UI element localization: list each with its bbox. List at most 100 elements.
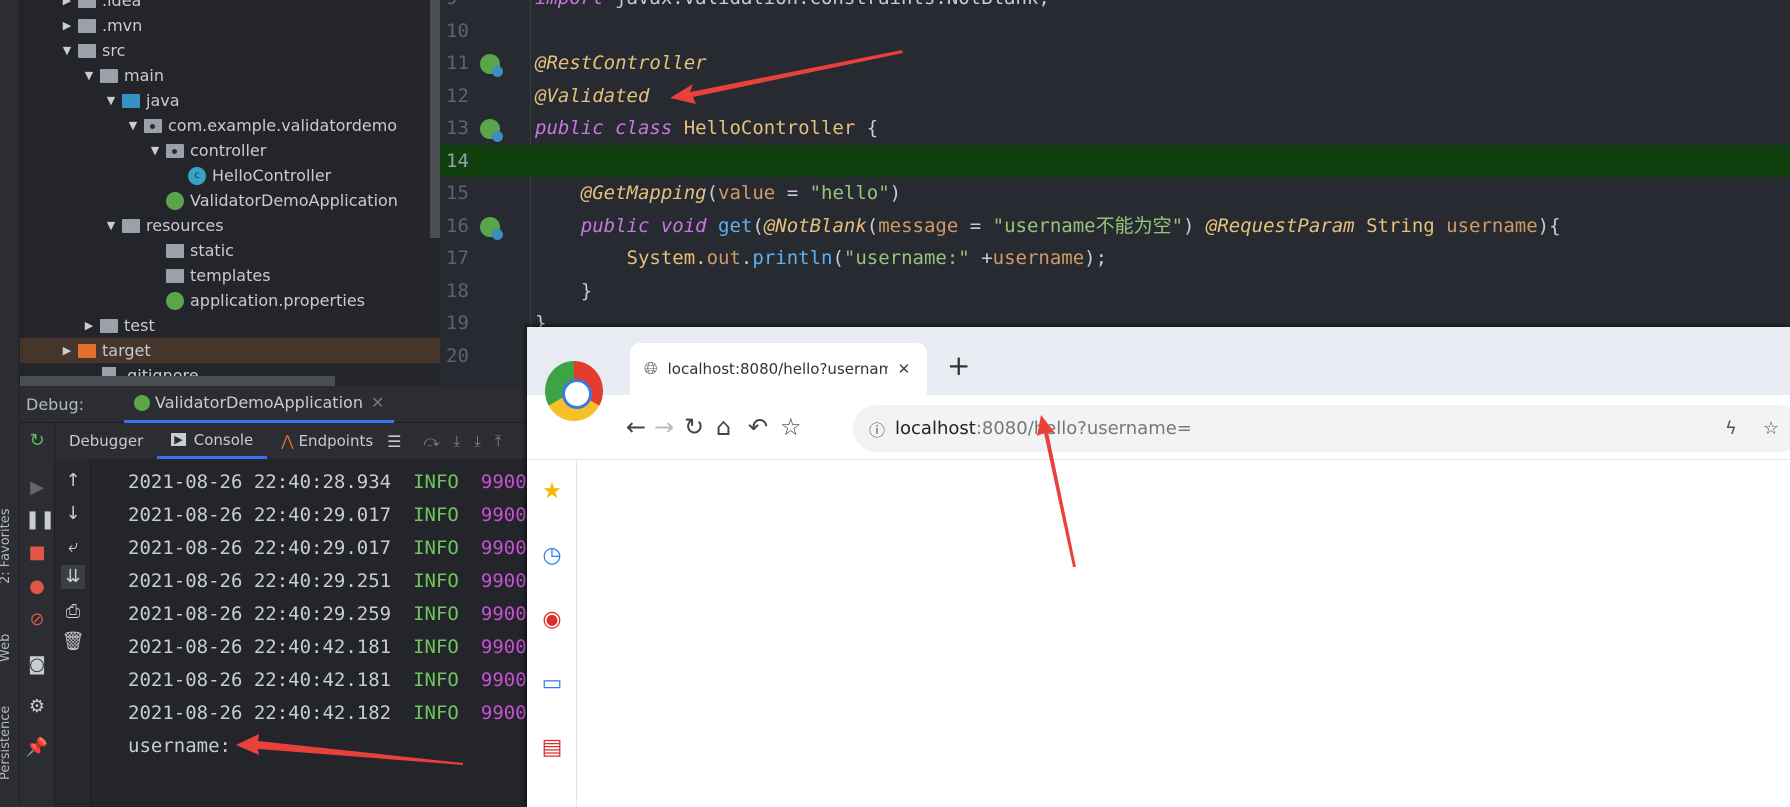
window-icon[interactable]: ▭ bbox=[540, 672, 564, 696]
code-line[interactable]: 14 bbox=[440, 144, 1790, 177]
expand-arrow-icon[interactable]: ▶ bbox=[60, 344, 74, 357]
home-icon[interactable]: ⌂ bbox=[716, 413, 731, 441]
step-into-icon[interactable]: ⤓ bbox=[454, 432, 461, 450]
back-icon[interactable]: ← bbox=[626, 413, 646, 441]
weibo-icon[interactable]: ◉ bbox=[540, 608, 564, 632]
scroll-to-end-icon[interactable]: ⇊ bbox=[61, 565, 85, 589]
tree-item[interactable]: c HelloController bbox=[20, 163, 440, 188]
tab-debugger[interactable]: Debugger bbox=[55, 423, 157, 459]
console-output[interactable]: 2021-08-26 22:40:28.934 INFO 9900 2021-08-2… bbox=[92, 459, 527, 807]
pdf-icon[interactable]: ▤ bbox=[540, 736, 564, 760]
menu-icon[interactable]: ☰ bbox=[387, 432, 401, 451]
tree-item[interactable]: ▼ src bbox=[20, 38, 440, 63]
step-over-icon[interactable]: ⤼ bbox=[424, 432, 440, 450]
expand-arrow-icon[interactable]: ▼ bbox=[126, 119, 140, 132]
expand-arrow-icon[interactable]: ▼ bbox=[148, 144, 162, 157]
line-number[interactable]: 18 bbox=[446, 275, 476, 307]
camera-icon[interactable]: ◙ bbox=[25, 653, 49, 677]
close-icon[interactable]: ✕ bbox=[371, 393, 384, 412]
new-tab-button[interactable]: + bbox=[947, 349, 970, 382]
code-line[interactable]: 17 System.out.println("username:" +usern… bbox=[440, 242, 1790, 274]
star-icon[interactable]: ☆ bbox=[1763, 418, 1779, 439]
tree-item[interactable]: ▶ .mvn bbox=[20, 13, 440, 38]
line-number[interactable]: 17 bbox=[446, 242, 476, 274]
expand-arrow-icon[interactable]: ▼ bbox=[82, 69, 96, 82]
settings-icon[interactable]: ⚙ bbox=[25, 695, 49, 719]
tab-endpoints[interactable]: ⋀ Endpoints bbox=[267, 423, 387, 459]
tree-item[interactable]: ValidatorDemoApplication bbox=[20, 188, 440, 213]
reload-icon[interactable]: ↻ bbox=[684, 413, 704, 441]
expand-arrow-icon[interactable]: ▼ bbox=[104, 94, 118, 107]
persistence-tool-button[interactable]: Persistence bbox=[0, 706, 13, 780]
line-number[interactable]: 12 bbox=[446, 80, 476, 112]
info-icon[interactable]: ⓘ bbox=[869, 417, 885, 441]
resume-icon[interactable]: ▶ bbox=[25, 476, 49, 500]
pin-icon[interactable]: 📌 bbox=[25, 736, 49, 760]
code-line[interactable]: 10 bbox=[440, 15, 1790, 47]
line-number[interactable]: 14 bbox=[446, 145, 476, 177]
close-tab-icon[interactable]: ✕ bbox=[898, 360, 911, 378]
log-pid: 9900 bbox=[480, 702, 527, 724]
tree-item[interactable]: ▼ resources bbox=[20, 213, 440, 238]
tree-item[interactable]: ▼ java bbox=[20, 88, 440, 113]
expand-arrow-icon[interactable]: ▶ bbox=[60, 0, 74, 7]
code-line[interactable]: 11 @RestController bbox=[440, 47, 1790, 79]
tab-console[interactable]: ▶ Console bbox=[157, 423, 268, 459]
tree-item[interactable]: ▼ com.example.validatordemo bbox=[20, 113, 440, 138]
expand-arrow-icon[interactable]: ▼ bbox=[104, 219, 118, 232]
line-number[interactable]: 20 bbox=[446, 340, 476, 372]
pause-icon[interactable]: ❚❚ bbox=[25, 508, 55, 532]
up-arrow-icon[interactable]: ↑ bbox=[61, 469, 85, 493]
address-bar[interactable]: ⓘ localhost:8080/hello?username= ϟ ☆ bbox=[853, 405, 1790, 452]
rerun-icon[interactable]: ↻ bbox=[25, 429, 49, 453]
line-number[interactable]: 16 bbox=[446, 210, 476, 242]
tree-item[interactable]: ▶ test bbox=[20, 313, 440, 338]
spring-bean-gutter-icon[interactable] bbox=[480, 54, 503, 77]
trash-icon[interactable]: 🗑 bbox=[61, 630, 85, 654]
code-line[interactable]: 9 import javax.validation.constraints.Not… bbox=[440, 0, 1790, 14]
code-line[interactable]: 16 public void get(@NotBlank(message = "… bbox=[440, 210, 1790, 242]
line-number[interactable]: 15 bbox=[446, 177, 476, 209]
soft-wrap-icon[interactable]: ⤶ bbox=[61, 535, 85, 559]
tree-item[interactable]: ▼ controller bbox=[20, 138, 440, 163]
line-number[interactable]: 13 bbox=[446, 112, 476, 144]
tree-item[interactable]: templates bbox=[20, 263, 440, 288]
code-line[interactable]: 15 @GetMapping(value = "hello") bbox=[440, 177, 1790, 209]
tree-item[interactable]: ▶ .idea bbox=[20, 0, 440, 13]
step-out-icon[interactable]: ⤒ bbox=[495, 432, 502, 450]
web-tool-button[interactable]: Web bbox=[0, 634, 13, 662]
forward-icon[interactable]: → bbox=[654, 413, 674, 441]
lightning-icon[interactable]: ϟ bbox=[1725, 418, 1737, 439]
code-line[interactable]: 12 @Validated bbox=[440, 80, 1790, 112]
mute-breakpoints-icon[interactable]: ⊘ bbox=[25, 608, 49, 632]
line-number[interactable]: 10 bbox=[446, 15, 476, 47]
expand-arrow-icon[interactable]: ▶ bbox=[60, 19, 74, 32]
tree-item[interactable]: application.properties bbox=[20, 288, 440, 313]
favorites-tool-button[interactable]: 2: Favorites bbox=[0, 508, 13, 584]
undo-icon[interactable]: ↶ bbox=[748, 413, 768, 441]
history-icon[interactable]: ◷ bbox=[540, 544, 564, 568]
spring-bean-gutter-icon[interactable] bbox=[480, 119, 503, 142]
favorites-star-icon[interactable]: ★ bbox=[540, 480, 564, 504]
debug-config-tab[interactable]: ValidatorDemoApplication ✕ bbox=[124, 386, 395, 423]
spring-bean-gutter-icon[interactable] bbox=[480, 216, 503, 240]
print-icon[interactable]: ⎙ bbox=[61, 600, 85, 624]
code-line[interactable]: 13 public class HelloController { bbox=[440, 112, 1790, 144]
expand-arrow-icon[interactable]: ▶ bbox=[82, 319, 96, 332]
tree-vertical-scrollbar[interactable] bbox=[430, 0, 440, 238]
force-step-into-icon[interactable]: ⤓ bbox=[474, 432, 481, 450]
tree-item[interactable]: ▶ target bbox=[20, 338, 440, 363]
expand-arrow-icon[interactable]: ▼ bbox=[60, 44, 74, 57]
tree-horizontal-scrollbar[interactable] bbox=[20, 376, 335, 386]
view-breakpoints-icon[interactable]: ● bbox=[25, 575, 49, 599]
line-number[interactable]: 11 bbox=[446, 47, 476, 79]
code-line[interactable]: 18 } bbox=[440, 275, 1790, 307]
tree-item[interactable]: ▼ main bbox=[20, 63, 440, 88]
bookmark-star-icon[interactable]: ☆ bbox=[780, 413, 802, 441]
stop-icon[interactable]: ■ bbox=[25, 541, 49, 565]
down-arrow-icon[interactable]: ↓ bbox=[61, 502, 85, 526]
line-number[interactable]: 9 bbox=[446, 0, 476, 14]
line-number[interactable]: 19 bbox=[446, 307, 476, 339]
tree-item[interactable]: static bbox=[20, 238, 440, 263]
browser-tab[interactable]: 🌐︎ localhost:8080/hello?usernam ✕ bbox=[630, 343, 927, 395]
